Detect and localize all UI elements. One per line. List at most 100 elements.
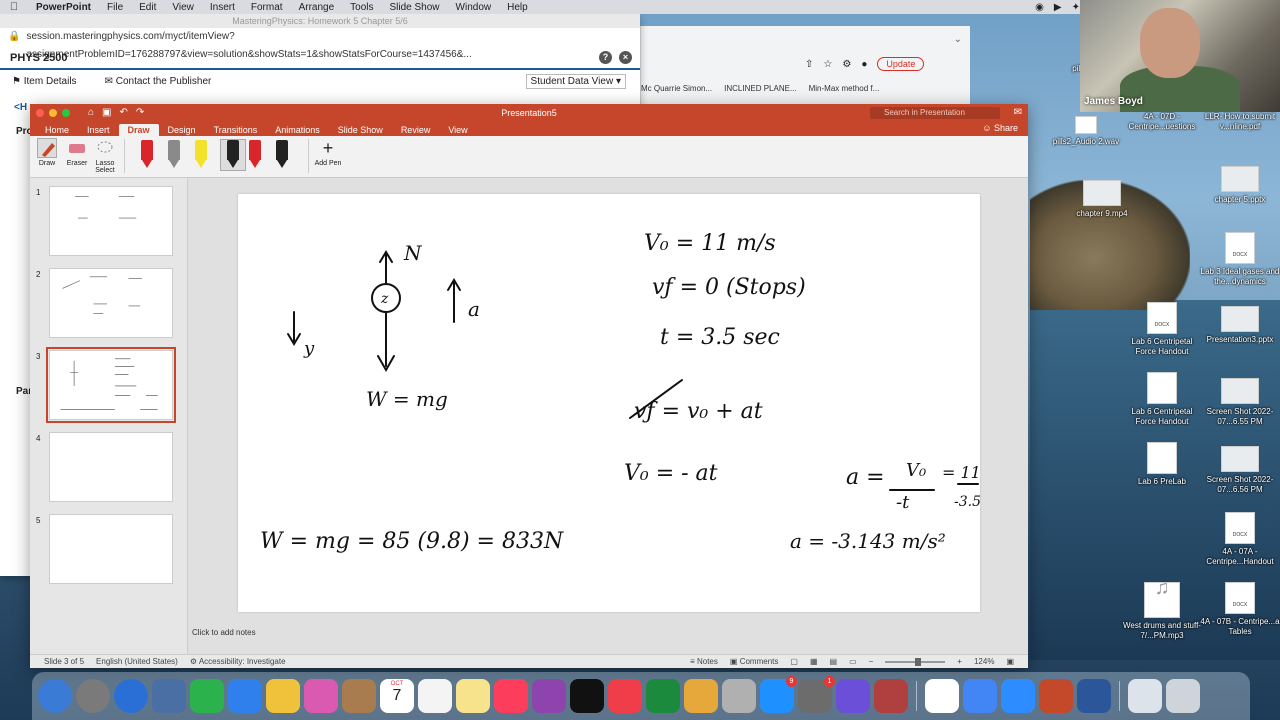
profile-icon[interactable]: ● [861, 59, 867, 70]
desktop-file[interactable]: DOCX Lab 3 Ideal gases and the...dynamics [1200, 232, 1280, 287]
reading-view-icon[interactable]: ▤ [830, 657, 838, 666]
zoom-level[interactable]: 124% [974, 657, 994, 666]
desktop-file[interactable]: pills2_Audio 2.wav [1046, 116, 1126, 147]
reminders-icon[interactable] [418, 679, 452, 713]
menu-arrange[interactable]: Arrange [291, 2, 343, 13]
slide-canvas[interactable]: N z a y W = mg V₀ = 11 m/s vƒ = 0 (Stops… [238, 194, 980, 612]
slide-thumbnail-1[interactable] [49, 186, 173, 256]
url-text[interactable]: session.masteringphysics.com/myct/itemVi… [26, 28, 640, 60]
pen-3-icon[interactable] [194, 140, 208, 170]
slide-thumbnail-5[interactable] [49, 514, 173, 584]
tab-draw[interactable]: Draw [118, 124, 159, 136]
tab-design[interactable]: Design [159, 124, 205, 136]
desktop-file[interactable]: 4A - 07D - Centripe...uestions [1122, 112, 1202, 132]
tab-slide-show[interactable]: Slide Show [329, 124, 392, 136]
control-center-icon[interactable]: ◉ [1035, 2, 1044, 13]
contacts-icon[interactable] [342, 679, 376, 713]
zoom-in-icon[interactable]: + [957, 657, 962, 666]
word-icon[interactable] [1077, 679, 1111, 713]
news-icon[interactable] [608, 679, 642, 713]
share-button[interactable]: ☺ Share [982, 123, 1018, 133]
slide-thumbnail-4[interactable] [49, 432, 173, 502]
keynote-icon[interactable] [684, 679, 718, 713]
bookmark-item[interactable]: Min-Max method f... [809, 84, 880, 93]
desktop-file[interactable]: LLR- How to submit v...nline.pdf [1200, 112, 1280, 132]
apple-tv-icon[interactable] [570, 679, 604, 713]
feedback-icon[interactable]: ✉ [1014, 107, 1022, 118]
bluetooth-icon[interactable]: ✦ [1072, 2, 1080, 13]
numbers-icon[interactable] [646, 679, 680, 713]
textedit-icon[interactable] [722, 679, 756, 713]
desktop-file[interactable]: chapter 9.mp4 [1062, 180, 1142, 219]
safari-icon[interactable] [114, 679, 148, 713]
eraser-tool[interactable]: Eraser [62, 138, 92, 167]
menu-insert[interactable]: Insert [202, 2, 243, 13]
app-store-icon[interactable]: 9 [760, 676, 797, 713]
menu-slide-show[interactable]: Slide Show [382, 2, 448, 13]
slide-thumbnail-3[interactable] [46, 347, 176, 423]
bookmark-item[interactable]: INCLINED PLANE... [724, 84, 796, 93]
slide-thumbnail-2[interactable] [49, 268, 173, 338]
trash-icon[interactable] [1166, 679, 1200, 713]
menu-tools[interactable]: Tools [342, 2, 381, 13]
slideshow-icon[interactable]: ▭ [849, 657, 857, 666]
notes-button[interactable]: ≡ Notes [690, 657, 718, 666]
notes-icon[interactable] [456, 679, 490, 713]
system-preferences-icon[interactable]: 1 [798, 676, 835, 713]
address-bar[interactable]: 🔒 session.masteringphysics.com/myct/item… [0, 28, 640, 60]
webex-icon[interactable] [925, 679, 959, 713]
powerpoint-icon[interactable] [1039, 679, 1073, 713]
menu-help[interactable]: Help [499, 2, 536, 13]
zoom-slider[interactable] [885, 657, 946, 666]
photos-icon[interactable] [304, 679, 338, 713]
mail-icon[interactable] [152, 679, 186, 713]
chevron-down-icon[interactable]: ⌄ [954, 34, 962, 45]
zoom-out-icon[interactable]: − [869, 657, 874, 666]
chrome-icon[interactable] [963, 679, 997, 713]
calendar-icon[interactable]: OCT 7 [380, 679, 414, 713]
item-details-link[interactable]: ⚑ Item Details [12, 76, 77, 87]
launchpad-icon[interactable] [76, 679, 110, 713]
pen-1-icon[interactable] [140, 140, 154, 170]
normal-view-icon[interactable]: ▢ [790, 657, 798, 666]
accessibility-status[interactable]: ⚙ Accessibility: Investigate [190, 657, 286, 666]
facetime-icon[interactable] [190, 679, 224, 713]
play-icon[interactable]: ▶ [1054, 2, 1062, 13]
arc-icon[interactable] [836, 679, 870, 713]
desktop-file[interactable]: DOCX Lab 6 Centripetal Force Handout [1122, 302, 1202, 357]
pen-4-icon[interactable] [220, 139, 246, 171]
comments-button[interactable]: ▣ Comments [730, 657, 778, 666]
contact-publisher-link[interactable]: ✉ Contact the Publisher [105, 76, 212, 87]
extension-icon[interactable]: ⚙ [842, 59, 851, 70]
desktop-file[interactable]: Lab 6 PreLab [1122, 442, 1202, 487]
language-status[interactable]: English (United States) [96, 657, 178, 666]
notes-placeholder[interactable]: Click to add notes [192, 628, 256, 637]
star-icon[interactable]: ☆ [823, 59, 832, 70]
desktop-file[interactable]: chapter 5.pptx [1200, 166, 1280, 205]
menu-format[interactable]: Format [243, 2, 291, 13]
desktop-file[interactable]: ♫ West drums and stuff- 7/...PM.mp3 [1122, 578, 1202, 641]
music-icon[interactable] [494, 679, 528, 713]
lasso-select-tool[interactable]: Lasso Select [92, 138, 118, 174]
messages-icon[interactable] [228, 679, 262, 713]
desktop-file[interactable]: Screen Shot 2022-07...6.56 PM [1200, 446, 1280, 495]
fit-slide-icon[interactable]: ▣ [1006, 657, 1014, 666]
pen-2-icon[interactable] [167, 140, 181, 170]
tab-animations[interactable]: Animations [266, 124, 329, 136]
menu-file[interactable]: File [99, 2, 131, 13]
search-input[interactable]: Search in Presentation [870, 107, 1000, 119]
tab-insert[interactable]: Insert [78, 124, 119, 136]
podcasts-icon[interactable] [532, 679, 566, 713]
slide-sorter-icon[interactable]: ▦ [810, 657, 818, 666]
student-data-view-select[interactable]: Student Data View ▾ [525, 73, 626, 89]
apple-icon[interactable]:  [0, 1, 28, 13]
menu-app-name[interactable]: PowerPoint [28, 2, 99, 13]
add-pen-button[interactable]: + Add Pen [312, 138, 344, 167]
desktop-file[interactable]: DOCX 4A - 07B - Centripe...a Tables [1200, 582, 1280, 637]
close-icon[interactable]: × [619, 51, 632, 64]
scripting-icon[interactable] [874, 679, 908, 713]
tab-transitions[interactable]: Transitions [205, 124, 267, 136]
desktop-file[interactable]: Screen Shot 2022-07...6.55 PM [1200, 378, 1280, 427]
help-icon[interactable]: ? [599, 51, 612, 64]
desktop-file[interactable]: Presentation3.pptx [1200, 306, 1280, 345]
